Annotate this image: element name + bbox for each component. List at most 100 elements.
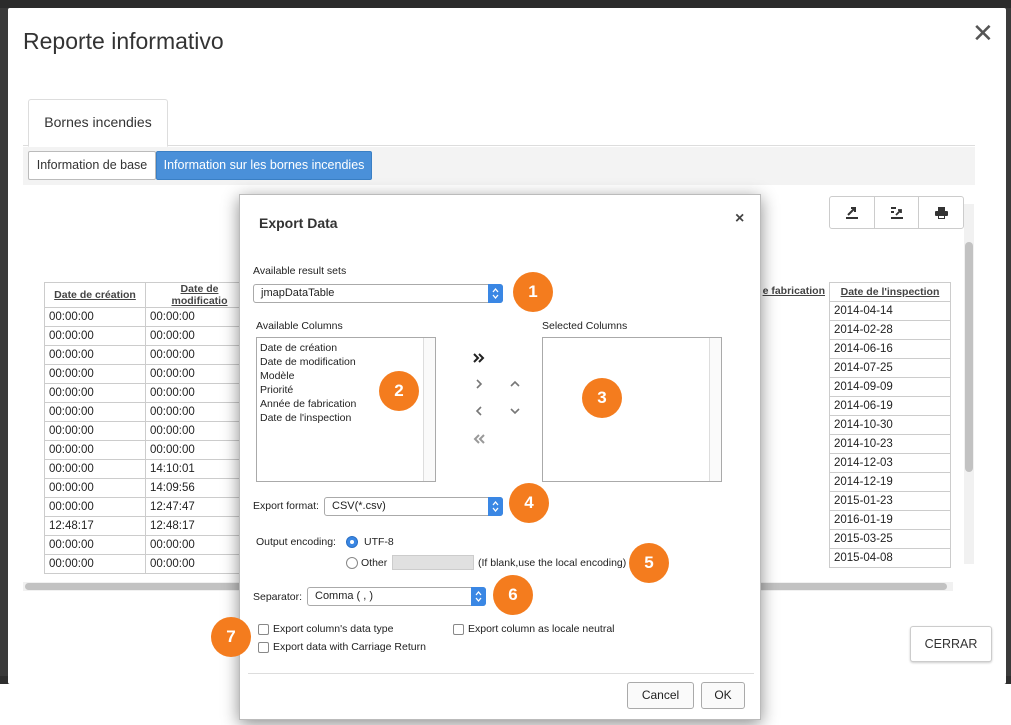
table-cell: 2014-07-25 bbox=[829, 358, 951, 378]
encoding-other-radio[interactable] bbox=[346, 557, 358, 569]
cancel-button[interactable]: Cancel bbox=[627, 682, 694, 709]
table-row[interactable]: 00:00:00 00:00:00 bbox=[44, 326, 254, 346]
column-header-date-inspection[interactable]: Date de l'inspection bbox=[829, 282, 951, 302]
table-row[interactable]: 2014-12-19 bbox=[829, 472, 951, 492]
list-item[interactable]: Date de création bbox=[257, 341, 435, 355]
callout-badge-7: 7 bbox=[211, 617, 251, 657]
table-row[interactable]: 12:48:17 12:48:17 bbox=[44, 516, 254, 536]
table-cell: 00:00:00 bbox=[44, 383, 146, 403]
table-row[interactable]: 2014-04-14 bbox=[829, 301, 951, 321]
ok-button[interactable]: OK bbox=[701, 682, 745, 709]
table-cell: 00:00:00 bbox=[145, 440, 254, 460]
print-button[interactable] bbox=[919, 197, 963, 228]
table-row[interactable]: 00:00:00 14:10:01 bbox=[44, 459, 254, 479]
table-cell: 00:00:00 bbox=[44, 421, 146, 441]
table-cell: 00:00:00 bbox=[145, 535, 254, 555]
subtab-information-bornes[interactable]: Information sur les bornes incendies bbox=[156, 151, 372, 180]
list-scrollbar[interactable] bbox=[709, 338, 721, 481]
table-row[interactable]: 2014-06-16 bbox=[829, 339, 951, 359]
table-cell: 00:00:00 bbox=[44, 402, 146, 422]
table-row[interactable]: 2014-07-25 bbox=[829, 358, 951, 378]
close-icon[interactable]: ✕ bbox=[972, 20, 994, 46]
dialog-footer-divider bbox=[248, 673, 754, 674]
table-row[interactable]: 00:00:00 00:00:00 bbox=[44, 364, 254, 384]
table-row[interactable]: 00:00:00 00:00:00 bbox=[44, 440, 254, 460]
export-format-select[interactable]: CSV(*.csv) bbox=[324, 497, 503, 516]
export-carriage-return-checkbox[interactable] bbox=[258, 642, 269, 653]
table-row[interactable]: 2014-12-03 bbox=[829, 453, 951, 473]
column-header-date-modification[interactable]: Date de modificatio bbox=[145, 282, 254, 308]
dialog-close-icon[interactable]: × bbox=[735, 210, 744, 228]
table-row[interactable]: 00:00:00 14:09:56 bbox=[44, 478, 254, 498]
table-row[interactable]: 2014-02-28 bbox=[829, 320, 951, 340]
dialog-title: Export Data bbox=[259, 215, 338, 231]
callout-badge-3: 3 bbox=[582, 378, 622, 418]
table-row[interactable]: 2016-01-19 bbox=[829, 510, 951, 530]
table-cell: 2014-02-28 bbox=[829, 320, 951, 340]
subtab-information-de-base[interactable]: Information de base bbox=[28, 151, 156, 180]
table-row[interactable]: 00:00:00 00:00:00 bbox=[44, 535, 254, 555]
table-row[interactable]: 2015-04-08 bbox=[829, 548, 951, 568]
result-sets-label: Available result sets bbox=[253, 265, 347, 277]
table-row[interactable]: 00:00:00 00:00:00 bbox=[44, 383, 254, 403]
table-cell: 00:00:00 bbox=[44, 459, 146, 479]
table-cell: 00:00:00 bbox=[44, 478, 146, 498]
table-row[interactable]: 2015-03-25 bbox=[829, 529, 951, 549]
column-header-annee-fabrication[interactable]: e fabrication bbox=[753, 282, 829, 301]
available-columns-list[interactable]: Date de création Date de modification Mo… bbox=[256, 337, 436, 482]
table-row[interactable]: 00:00:00 00:00:00 bbox=[44, 402, 254, 422]
table-row[interactable]: 2014-10-23 bbox=[829, 434, 951, 454]
export-data-dialog: Export Data × Available result sets jmap… bbox=[239, 194, 761, 720]
export-selection-button[interactable] bbox=[875, 197, 920, 228]
export-locale-neutral-checkbox[interactable] bbox=[453, 624, 464, 635]
table-row[interactable]: 00:00:00 00:00:00 bbox=[44, 554, 254, 574]
subtab-bar: Information de base Information sur les … bbox=[23, 147, 975, 185]
select-arrows-icon bbox=[488, 284, 503, 303]
table-row[interactable]: 2014-06-19 bbox=[829, 396, 951, 416]
tab-bornes-incendies[interactable]: Bornes incendies bbox=[28, 99, 168, 147]
select-arrows-icon bbox=[488, 497, 503, 516]
encoding-other-input[interactable] bbox=[392, 555, 474, 570]
move-up-button[interactable] bbox=[508, 377, 522, 391]
export-locale-neutral-label: Export column as locale neutral bbox=[468, 623, 615, 635]
vertical-scroll-thumb[interactable] bbox=[965, 242, 973, 472]
table-cell: 14:10:01 bbox=[145, 459, 254, 479]
column-header-date-creation[interactable]: Date de création bbox=[44, 282, 146, 308]
move-right-button[interactable] bbox=[472, 377, 486, 391]
table-row[interactable]: 00:00:00 00:00:00 bbox=[44, 307, 254, 327]
table-cell: 00:00:00 bbox=[44, 307, 146, 327]
move-down-button[interactable] bbox=[508, 404, 522, 418]
table-cell: 2014-04-14 bbox=[829, 301, 951, 321]
table-row[interactable]: 00:00:00 00:00:00 bbox=[44, 421, 254, 441]
table-row[interactable]: 00:00:00 12:47:47 bbox=[44, 497, 254, 517]
chevron-right-icon bbox=[476, 379, 483, 389]
result-set-value: jmapDataTable bbox=[261, 287, 335, 299]
move-left-button[interactable] bbox=[472, 404, 486, 418]
table-cell: 00:00:00 bbox=[145, 345, 254, 365]
table-cell: 00:00:00 bbox=[145, 307, 254, 327]
selected-columns-list[interactable] bbox=[542, 337, 722, 482]
list-item[interactable]: Date de modification bbox=[257, 355, 435, 369]
table-cell: 00:00:00 bbox=[145, 326, 254, 346]
list-scrollbar[interactable] bbox=[423, 338, 435, 481]
double-chevron-left-icon bbox=[473, 434, 485, 444]
encoding-utf8-radio[interactable] bbox=[346, 536, 358, 548]
table-row[interactable]: 2015-01-23 bbox=[829, 491, 951, 511]
vertical-scrollbar[interactable] bbox=[964, 204, 974, 564]
tab-bar: Bornes incendies bbox=[23, 98, 975, 147]
callout-badge-2: 2 bbox=[379, 371, 419, 411]
list-item[interactable]: Date de l'inspection bbox=[257, 411, 435, 425]
cerrar-button[interactable]: CERRAR bbox=[910, 626, 992, 662]
move-all-right-button[interactable] bbox=[472, 351, 486, 365]
table-row[interactable]: 2014-10-30 bbox=[829, 415, 951, 435]
move-all-left-button[interactable] bbox=[472, 432, 486, 446]
table-row[interactable]: 2014-09-09 bbox=[829, 377, 951, 397]
export-button[interactable] bbox=[830, 197, 875, 228]
separator-select[interactable]: Comma ( , ) bbox=[307, 587, 486, 606]
result-set-select[interactable]: jmapDataTable bbox=[253, 284, 503, 303]
double-chevron-right-icon bbox=[473, 353, 485, 363]
table-row[interactable]: 00:00:00 00:00:00 bbox=[44, 345, 254, 365]
export-data-type-checkbox[interactable] bbox=[258, 624, 269, 635]
encoding-utf8-label: UTF-8 bbox=[364, 536, 394, 548]
table-cell: 2015-04-08 bbox=[829, 548, 951, 568]
